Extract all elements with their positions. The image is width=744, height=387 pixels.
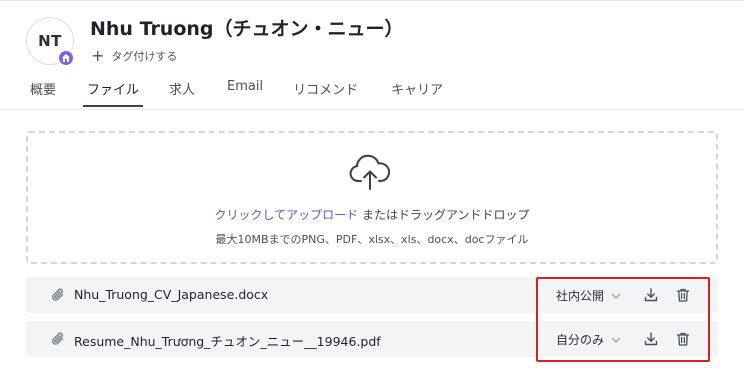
- tab-jobs[interactable]: 求人: [169, 79, 195, 107]
- tab-files[interactable]: ファイル: [83, 79, 144, 107]
- tab-bar: 概要 ファイル 求人 Email リコメンド キャリア: [30, 79, 443, 107]
- upload-link[interactable]: クリックしてアップロード: [215, 208, 359, 222]
- add-tag-label: タグ付けする: [111, 50, 178, 63]
- trash-icon[interactable]: [675, 331, 691, 347]
- file-name[interactable]: Resume_Nhu_Trương_チュオン_ニュー__19946.pdf: [74, 331, 381, 350]
- trash-icon[interactable]: [675, 287, 691, 303]
- file-row: Nhu_Truong_CV_Japanese.docx 社内公開: [26, 277, 718, 313]
- chevron-down-icon: [611, 293, 621, 299]
- upload-instruction-rest: またはドラッグアンドドロップ: [358, 208, 530, 222]
- add-tag-button[interactable]: + タグ付けする: [91, 48, 177, 64]
- cloud-upload-icon: [349, 154, 391, 190]
- file-row: Resume_Nhu_Trương_チュオン_ニュー__19946.pdf 自分…: [26, 321, 718, 357]
- download-icon[interactable]: [643, 287, 659, 303]
- tab-recommend[interactable]: リコメンド: [293, 79, 358, 107]
- tab-overview[interactable]: 概要: [30, 79, 56, 107]
- tab-career[interactable]: キャリア: [391, 79, 443, 107]
- paperclip-icon: [52, 288, 64, 301]
- upload-instruction: クリックしてアップロード またはドラッグアンドドロップ: [0, 206, 744, 223]
- avatar-initials: NT: [38, 32, 62, 50]
- top-border: [0, 0, 744, 1]
- visibility-value: 社内公開: [556, 289, 605, 303]
- home-icon: [57, 49, 75, 67]
- visibility-select[interactable]: 社内公開: [556, 287, 621, 304]
- chevron-down-icon: [611, 337, 621, 343]
- file-name[interactable]: Nhu_Truong_CV_Japanese.docx: [74, 287, 268, 302]
- download-icon[interactable]: [643, 331, 659, 347]
- visibility-value: 自分のみ: [556, 333, 605, 347]
- plus-icon: +: [91, 46, 105, 65]
- tabs-divider: [0, 109, 744, 110]
- upload-hint: 最大10MBまでのPNG、PDF、xlsx、xls、docx、docファイル: [215, 233, 529, 246]
- tab-email[interactable]: Email: [227, 79, 263, 107]
- candidate-name: Nhu Truong（チュオン・ニュー）: [90, 18, 404, 40]
- visibility-select[interactable]: 自分のみ: [556, 331, 621, 348]
- paperclip-icon: [52, 332, 64, 345]
